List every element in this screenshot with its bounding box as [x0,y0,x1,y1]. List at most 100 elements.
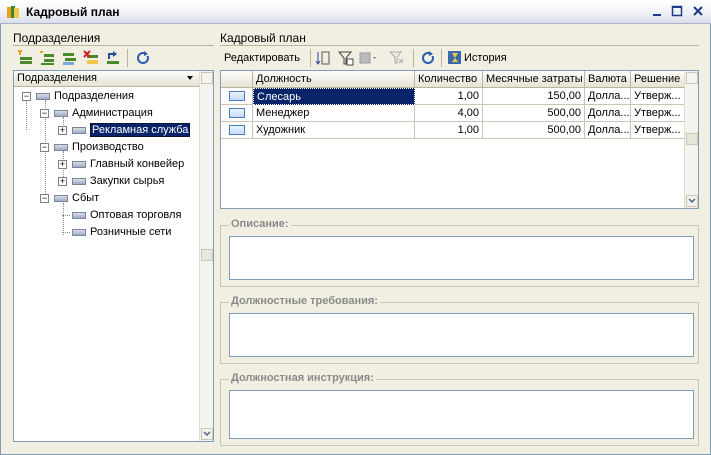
cell-cost[interactable]: 500,00 [483,122,585,139]
requirements-field[interactable] [229,313,694,357]
scroll-up-icon[interactable] [686,72,698,84]
position-icon [228,108,245,118]
cell-cost[interactable]: 500,00 [483,105,585,122]
cell-currency[interactable]: Долла... [585,105,631,122]
history-icon[interactable] [445,48,465,68]
tree-item-label: Подразделения [54,90,134,102]
tree-connector [62,215,70,216]
sort-icon[interactable] [313,48,333,68]
expand-icon[interactable]: + [58,177,67,186]
minimize-icon[interactable] [648,3,666,20]
table-row[interactable]: Слесарь 1,00 150,00 Долла... Утверж... [221,88,686,105]
grid-header: Должность Количество Месячные затраты Ва… [221,71,686,88]
folder-icon [72,177,86,185]
cell-position[interactable]: Менеджер [253,105,415,122]
departments-tree[interactable]: Подразделения − Подразделения − Админист… [13,70,214,442]
cell-position[interactable]: Художник [253,122,415,139]
requirements-label: Должностные требования: [229,295,380,307]
copy-folder-icon[interactable] [59,48,79,68]
position-icon [228,125,245,135]
cell-currency[interactable]: Долла... [585,122,631,139]
folder-icon [72,126,86,134]
scroll-up-icon[interactable] [201,72,213,84]
position-icon [228,91,245,101]
collapse-icon[interactable]: − [22,92,31,101]
tree-connector [63,203,64,235]
add-subfolder-icon[interactable] [37,48,57,68]
toolbar-separator [441,49,442,67]
scroll-down-icon[interactable] [201,428,213,440]
tree-connector [62,232,70,233]
expand-icon[interactable]: + [58,160,67,169]
cell-count[interactable]: 1,00 [415,122,483,139]
folder-icon [54,109,68,117]
tree-item-label: Производство [72,141,144,153]
collapse-icon[interactable]: − [40,143,49,152]
section-divider [220,45,699,46]
column-header-cost[interactable]: Месячные затраты [483,71,585,88]
delete-folder-icon[interactable] [81,48,101,68]
column-header-count[interactable]: Количество [415,71,483,88]
staffing-grid[interactable]: Должность Количество Месячные затраты Ва… [220,70,699,209]
app-icon [6,5,20,19]
scroll-thumb[interactable] [201,249,213,261]
clear-filter-icon[interactable] [387,48,407,68]
tree-item-label: Сбыт [72,192,100,204]
refresh-icon[interactable] [133,48,153,68]
close-icon[interactable] [689,3,707,20]
tree-item-label: Оптовая торговля [90,209,182,221]
collapse-icon[interactable]: − [40,109,49,118]
scroll-thumb[interactable] [686,133,698,145]
sort-arrow-icon [187,76,193,80]
scroll-down-icon[interactable] [686,195,698,207]
tree-connector [26,100,27,130]
row-icon-cell [221,122,253,139]
tree-item-label: Закупки сырья [90,175,165,187]
filter-icon[interactable] [336,48,356,68]
row-icon-cell [221,88,253,105]
instruction-label: Должностная инструкция: [229,372,376,384]
folder-icon [72,228,86,236]
cell-decision[interactable]: Утверж... [631,88,686,105]
column-header-icon[interactable] [221,71,253,88]
expand-icon[interactable]: + [58,126,67,135]
folder-icon [36,92,50,100]
tree-item-label: Администрация [72,107,153,119]
collapse-icon[interactable]: − [40,194,49,203]
title-bar: Кадровый план [0,0,711,24]
column-header-position[interactable]: Должность [253,71,415,88]
table-row[interactable]: Менеджер 4,00 500,00 Долла... Утверж... [221,105,686,122]
cell-decision[interactable]: Утверж... [631,105,686,122]
toolbar-separator [310,49,311,67]
window-title: Кадровый план [26,5,120,19]
filter-dropdown-icon[interactable] [359,48,379,68]
tree-scrollbar[interactable] [199,71,213,441]
description-group: Описание: [220,218,699,287]
cell-count[interactable]: 1,00 [415,88,483,105]
move-up-icon[interactable] [103,48,123,68]
tree-item-label: Рекламная служба [90,123,191,137]
tree-header-label: Подразделения [17,72,97,84]
folder-icon [54,194,68,202]
row-icon-cell [221,105,253,122]
tree-item-label: Главный конвейер [90,158,185,170]
instruction-field[interactable] [229,390,694,439]
cell-position[interactable]: Слесарь [253,88,415,105]
history-button[interactable]: История [464,52,507,64]
cell-currency[interactable]: Долла... [585,88,631,105]
table-row[interactable]: Художник 1,00 500,00 Долла... Утверж... [221,122,686,139]
description-field[interactable] [229,236,694,280]
maximize-icon[interactable] [668,3,686,20]
column-header-decision[interactable]: Решение [631,71,686,88]
edit-button[interactable]: Редактировать [224,52,300,64]
add-folder-icon[interactable] [15,48,35,68]
staffing-plan-section-title: Кадровый план [220,31,306,45]
refresh-icon[interactable] [418,48,438,68]
cell-count[interactable]: 4,00 [415,105,483,122]
window-body: Подразделения Подразделения − Подразделе… [0,24,711,455]
column-header-currency[interactable]: Валюта [585,71,631,88]
tree-column-header[interactable]: Подразделения [14,71,200,87]
grid-scrollbar[interactable] [684,71,698,208]
cell-cost[interactable]: 150,00 [483,88,585,105]
cell-decision[interactable]: Утверж... [631,122,686,139]
